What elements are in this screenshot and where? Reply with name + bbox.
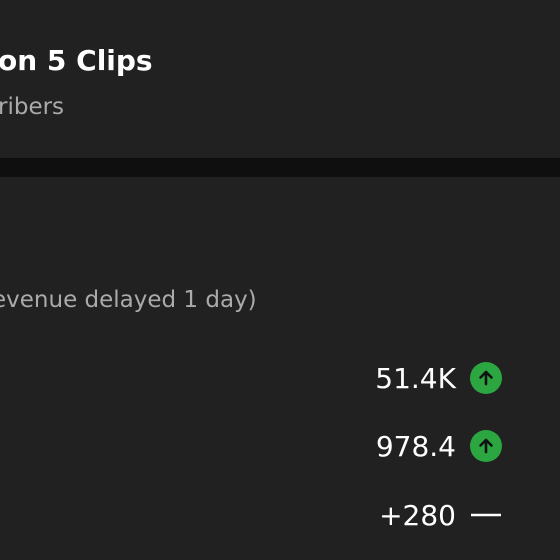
arrow-up-circle-icon: [470, 430, 502, 462]
stat-value: 51.4K: [375, 361, 456, 395]
analytics-page: on 5 Clips ribers evenue delayed 1 day) …: [0, 0, 560, 560]
stat-row-subscribers[interactable]: +280: [379, 495, 502, 535]
channel-header: on 5 Clips ribers: [0, 0, 560, 158]
stat-value: 978.4: [375, 429, 456, 463]
section-divider: [0, 158, 560, 177]
dash-icon: [470, 499, 502, 531]
subscriber-count: ribers: [0, 94, 65, 120]
stat-row-views[interactable]: 51.4K: [375, 358, 502, 398]
revenue-delay-note: evenue delayed 1 day): [0, 287, 257, 313]
channel-title: on 5 Clips: [0, 44, 153, 77]
stat-row-watch-time[interactable]: 978.4: [376, 426, 502, 466]
stat-value: +280: [379, 498, 456, 532]
arrow-up-circle-icon: [470, 362, 502, 394]
